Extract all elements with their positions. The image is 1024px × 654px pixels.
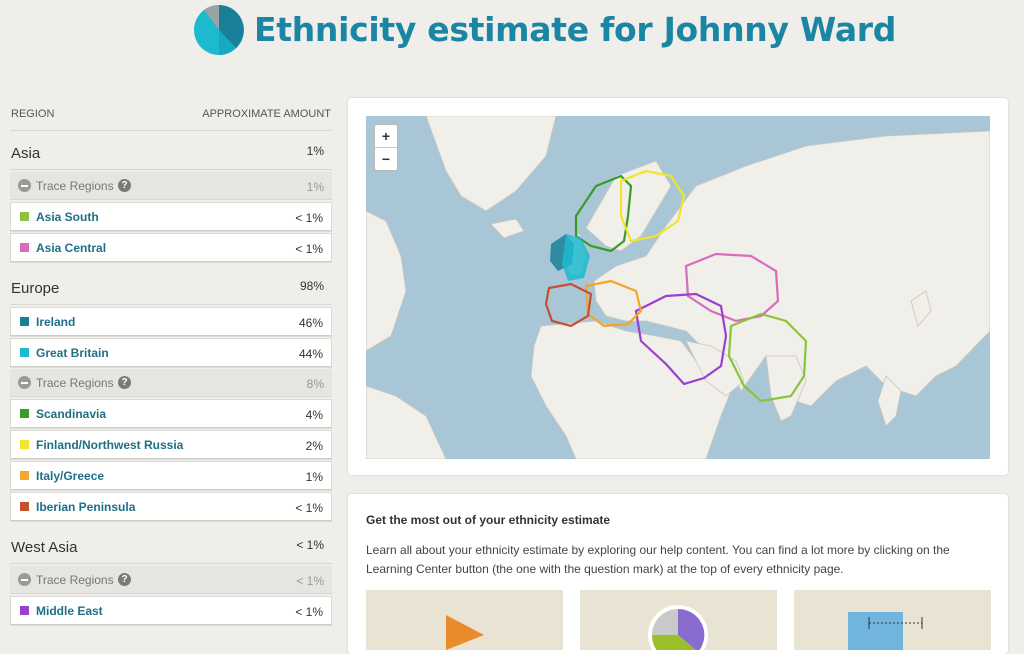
help-icon[interactable]: ? <box>118 179 131 192</box>
region-name[interactable]: Asia Central <box>36 241 106 255</box>
region-name[interactable]: Iberian Peninsula <box>36 500 135 514</box>
play-icon <box>446 615 484 650</box>
group-name: Europe <box>11 280 60 297</box>
color-swatch <box>20 471 29 480</box>
region-row-ireland[interactable]: Ireland 46% <box>10 307 332 336</box>
group-amount: 1% <box>306 144 324 158</box>
trace-amount: < 1% <box>296 574 324 588</box>
region-name[interactable]: Scandinavia <box>36 407 106 421</box>
collapse-icon[interactable] <box>18 179 31 192</box>
range-bar-icon <box>848 612 923 650</box>
zoom-in-button[interactable]: + <box>375 125 397 147</box>
ethnicity-map[interactable]: + − <box>366 116 990 459</box>
trace-regions-toggle-west-asia[interactable]: Trace Regions ? < 1% <box>10 566 332 594</box>
region-row-iberian-peninsula[interactable]: Iberian Peninsula < 1% <box>10 492 332 521</box>
color-swatch <box>20 440 29 449</box>
group-asia[interactable]: Asia 1% <box>10 131 332 170</box>
group-europe[interactable]: Europe 98% <box>10 266 332 305</box>
trace-regions-toggle-europe[interactable]: Trace Regions ? 8% <box>10 369 332 397</box>
map-zoom-control: + − <box>374 124 398 171</box>
pie-chart-icon <box>648 605 708 650</box>
region-row-finland-northwest-russia[interactable]: Finland/Northwest Russia 2% <box>10 430 332 459</box>
collapse-icon[interactable] <box>18 376 31 389</box>
region-amount: 2% <box>305 439 323 453</box>
trace-label: Trace Regions <box>36 179 114 193</box>
trace-label: Trace Regions <box>36 376 114 390</box>
help-icon[interactable]: ? <box>118 573 131 586</box>
region-name[interactable]: Middle East <box>36 604 103 618</box>
color-swatch <box>20 409 29 418</box>
region-row-scandinavia[interactable]: Scandinavia 4% <box>10 399 332 428</box>
region-row-asia-south[interactable]: Asia South < 1% <box>10 202 332 231</box>
pie-thumbnail[interactable] <box>580 590 777 650</box>
color-swatch <box>20 317 29 326</box>
color-swatch <box>20 212 29 221</box>
region-amount: 44% <box>298 347 323 361</box>
region-name[interactable]: Finland/Northwest Russia <box>36 438 183 452</box>
trace-regions-toggle-asia[interactable]: Trace Regions ? 1% <box>10 172 332 200</box>
color-swatch <box>20 502 29 511</box>
collapse-icon[interactable] <box>18 573 31 586</box>
region-row-asia-central[interactable]: Asia Central < 1% <box>10 233 332 262</box>
zoom-out-button[interactable]: − <box>375 147 397 170</box>
map-canvas[interactable] <box>366 116 990 459</box>
region-row-great-britain[interactable]: Great Britain 44% <box>10 338 332 367</box>
group-name: West Asia <box>11 539 78 556</box>
region-row-italy-greece[interactable]: Italy/Greece 1% <box>10 461 332 490</box>
page-header: Ethnicity estimate for Johnny Ward <box>0 0 1024 66</box>
region-name[interactable]: Great Britain <box>36 346 109 360</box>
ethnicity-pie-logo-icon <box>194 5 244 55</box>
video-thumbnail[interactable] <box>366 590 563 650</box>
region-column-label: REGION <box>11 108 55 120</box>
group-amount: 98% <box>299 279 324 293</box>
help-content-card: Get the most out of your ethnicity estim… <box>348 494 1008 654</box>
region-amount: 1% <box>305 470 323 484</box>
color-swatch <box>20 606 29 615</box>
color-swatch <box>20 243 29 252</box>
region-row-middle-east[interactable]: Middle East < 1% <box>10 596 332 625</box>
group-amount: < 1% <box>296 538 324 552</box>
region-amount: < 1% <box>295 605 323 619</box>
map-card: + − <box>348 98 1008 475</box>
region-name[interactable]: Italy/Greece <box>36 469 104 483</box>
trace-amount: 8% <box>306 377 324 391</box>
help-icon[interactable]: ? <box>118 376 131 389</box>
help-body: Learn all about your ethnicity estimate … <box>366 543 950 576</box>
range-thumbnail[interactable] <box>794 590 991 650</box>
region-name[interactable]: Ireland <box>36 315 75 329</box>
region-amount: < 1% <box>295 242 323 256</box>
region-amount: < 1% <box>295 211 323 225</box>
group-name: Asia <box>11 145 41 162</box>
list-column-header: REGION APPROXIMATE AMOUNT <box>10 98 332 131</box>
trace-label: Trace Regions <box>36 573 114 587</box>
amount-column-label: APPROXIMATE AMOUNT <box>202 108 331 120</box>
region-amount: 4% <box>305 408 323 422</box>
trace-amount: 1% <box>306 180 324 194</box>
help-heading: Get the most out of your ethnicity estim… <box>366 513 611 527</box>
region-amount: 46% <box>298 316 323 330</box>
group-west-asia[interactable]: West Asia < 1% <box>10 525 332 564</box>
ethnicity-region-list: REGION APPROXIMATE AMOUNT Asia 1% Trace … <box>10 98 332 625</box>
page-title: Ethnicity estimate for Johnny Ward <box>254 10 897 49</box>
region-amount: < 1% <box>295 501 323 515</box>
region-name[interactable]: Asia South <box>36 210 99 224</box>
color-swatch <box>20 348 29 357</box>
